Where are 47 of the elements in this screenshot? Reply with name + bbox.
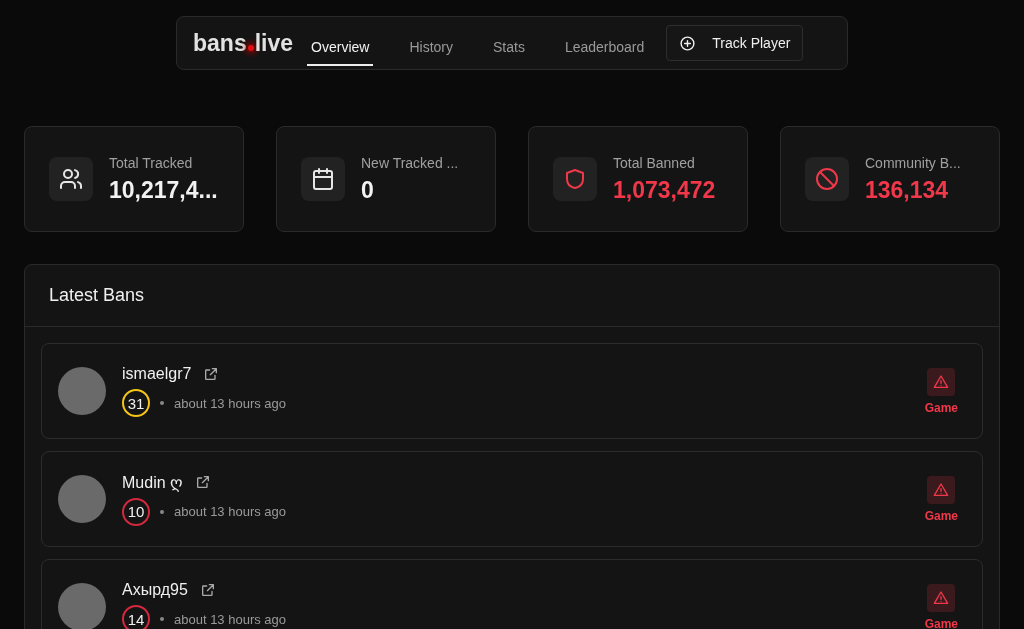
stat-label: Total Banned [613, 154, 696, 171]
shield-icon [563, 167, 587, 191]
stat-value: 1,073,472 [613, 176, 716, 204]
player-name[interactable]: ismaelgr7 [122, 365, 192, 383]
player-name[interactable]: Ахырд95 [122, 581, 188, 599]
ban-icon [815, 167, 839, 191]
external-link-icon[interactable] [203, 366, 220, 382]
logo: bans live [193, 29, 294, 57]
ban-type: Game [924, 400, 958, 415]
separator-dot [160, 617, 164, 621]
panel-title: Latest Bans [49, 285, 145, 306]
nav-tab[interactable]: History [405, 30, 457, 66]
avatar-photo [58, 583, 106, 629]
ban-time: about 13 hours ago [174, 504, 287, 519]
level-badge: 10 [122, 497, 150, 526]
separator-dot [160, 401, 164, 405]
nav-tab[interactable]: Overview [307, 30, 374, 66]
avatar-photo [58, 367, 106, 415]
separator-dot [160, 509, 164, 514]
nav-tab[interactable]: Stats [489, 30, 529, 66]
nav-tab[interactable]: Leaderboard [560, 30, 649, 66]
stat-label: Total Tracked [109, 154, 194, 171]
ban-type: Game [924, 616, 958, 629]
stat-value: 10,217,4... [109, 176, 218, 204]
users-icon [59, 167, 83, 191]
warning-icon [933, 481, 950, 498]
stat-value: 136,134 [865, 176, 950, 204]
player-name[interactable]: Mudin ღ [122, 472, 184, 492]
ban-card[interactable]: Ахырд95 14 about 13 hours ago Game [41, 559, 983, 629]
warning-icon [933, 373, 950, 390]
calendar-icon [311, 167, 335, 191]
ban-card[interactable]: ismaelgr7 31 about 13 hours ago Game [41, 343, 983, 439]
level-badge: 31 [122, 389, 150, 417]
plus-circle-icon [679, 34, 697, 52]
level-badge: 14 [122, 605, 150, 629]
stat-label: New Tracked ... [361, 154, 459, 171]
avatar-photo [58, 475, 106, 523]
ban-card[interactable]: Mudin ღ 10 about 13 hours ago Game [41, 451, 983, 547]
warning-icon [933, 589, 950, 606]
external-link-icon[interactable] [195, 474, 212, 490]
external-link-icon[interactable] [199, 582, 216, 598]
stat-value: 0 [361, 176, 375, 204]
stat-label: Community B... [865, 154, 961, 171]
ban-time: about 13 hours ago [174, 611, 287, 627]
ban-type: Game [924, 508, 958, 523]
track-player-button[interactable]: Track Player [666, 25, 804, 61]
ban-time: about 13 hours ago [174, 395, 287, 411]
